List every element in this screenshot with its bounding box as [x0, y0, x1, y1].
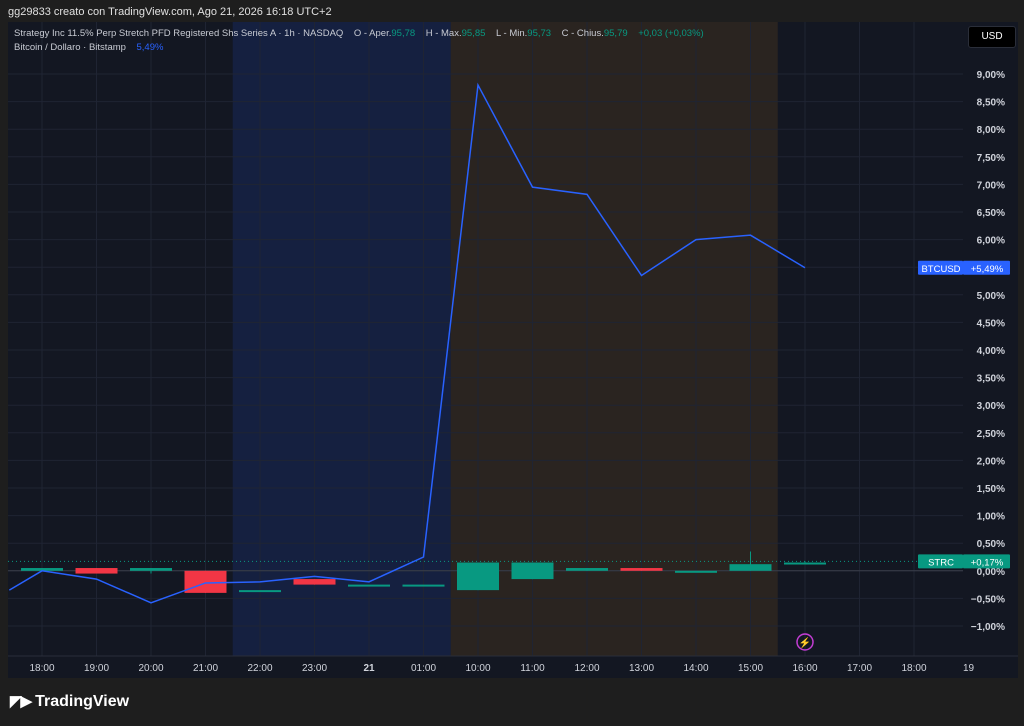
legend-compare[interactable]: Bitcoin / Dollaro · Bitstamp 5,49%: [14, 42, 163, 53]
candle-body: [293, 579, 336, 585]
candle-body: [75, 568, 118, 574]
session-post-band: [450, 22, 778, 656]
candle-body: [130, 568, 172, 571]
y-tick-label: 1,00%: [977, 512, 1005, 523]
x-tick-label: 20:00: [138, 663, 163, 674]
legend-open-label: O - Aper.: [353, 28, 392, 39]
x-tick-label: 01:00: [411, 663, 436, 674]
x-tick-label: 15:00: [738, 663, 763, 674]
lightning-icon: ⚡: [799, 636, 811, 649]
legend-high-value: 95,85: [461, 28, 486, 39]
chart-caption: gg29833 creato con TradingView.com, Ago …: [8, 6, 332, 18]
y-tick-label: 2,00%: [977, 456, 1005, 467]
y-tick-label: 4,50%: [977, 318, 1005, 329]
y-tick-label: 0,50%: [977, 539, 1005, 550]
candle-body: [184, 570, 227, 593]
x-tick-label: 10:00: [465, 663, 490, 674]
y-tick-label: 4,00%: [977, 346, 1005, 357]
candle-body: [239, 590, 281, 593]
x-tick-label: 13:00: [629, 663, 654, 674]
y-tick-label: 5,00%: [977, 291, 1005, 302]
y-tick-label: 8,50%: [977, 98, 1005, 109]
chart-frame: 9,00%8,50%8,00%7,50%7,00%6,50%6,00%5,50%…: [8, 22, 1018, 678]
legend-high-label: H - Max.: [425, 28, 462, 39]
x-tick-label: 18:00: [29, 663, 54, 674]
price-label-value: +5,49%: [971, 264, 1004, 275]
legend-compare-value: 5,49%: [136, 42, 164, 53]
candle-body: [620, 568, 663, 571]
y-tick-label: 6,50%: [977, 208, 1005, 219]
tradingview-logo: ◤▶ TradingView: [10, 692, 129, 711]
candle-body: [402, 584, 445, 587]
legend-low-label: L - Min.: [495, 28, 528, 39]
x-tick-label: 19: [963, 663, 975, 674]
currency-button[interactable]: USD: [968, 26, 1016, 48]
y-tick-label: 7,00%: [977, 180, 1005, 191]
x-tick-label: 22:00: [247, 663, 272, 674]
price-label-value: +0,17%: [971, 557, 1004, 568]
y-tick-label: 3,50%: [977, 374, 1005, 385]
tradingview-logo-icon: ◤▶: [10, 693, 32, 710]
candle-body: [511, 562, 554, 580]
candle-body: [784, 562, 826, 565]
candle-body: [675, 570, 717, 573]
y-tick-label: 9,00%: [977, 70, 1005, 81]
price-label-name: BTCUSD: [921, 264, 960, 275]
session-pre-band: [232, 22, 451, 656]
candle-body: [566, 568, 608, 571]
candle-body: [348, 584, 390, 587]
y-tick-label: 8,00%: [977, 125, 1005, 136]
y-tick-label: 3,00%: [977, 401, 1005, 412]
legend-main: Strategy Inc 11.5% Perp Stretch PFD Regi…: [14, 28, 704, 39]
legend-open-value: 95,78: [391, 28, 416, 39]
price-label-name: STRC: [928, 557, 954, 568]
x-tick-label: 23:00: [302, 663, 327, 674]
watermark-text: TradingView: [35, 693, 130, 710]
x-tick-label: 16:00: [792, 663, 817, 674]
x-tick-label: 12:00: [574, 663, 599, 674]
legend-compare-name: Bitcoin / Dollaro · Bitstamp: [14, 42, 126, 53]
legend-low-value: 95,73: [527, 28, 552, 39]
y-tick-label: −0,50%: [971, 594, 1005, 605]
candle-body: [457, 562, 499, 591]
y-tick-label: 2,50%: [977, 429, 1005, 440]
candle-body: [729, 564, 772, 571]
y-tick-label: 7,50%: [977, 153, 1005, 164]
x-tick-label: 17:00: [847, 663, 872, 674]
x-tick-label: 18:00: [901, 663, 926, 674]
chart-canvas[interactable]: 9,00%8,50%8,00%7,50%7,00%6,50%6,00%5,50%…: [8, 22, 1018, 678]
x-tick-label: 21:00: [193, 663, 218, 674]
y-tick-label: 6,00%: [977, 236, 1005, 247]
x-tick-label: 14:00: [683, 663, 708, 674]
legend-close-label: C - Chius.: [561, 28, 604, 39]
x-tick-label: 11:00: [520, 663, 545, 674]
y-tick-label: −1,00%: [971, 622, 1005, 633]
legend-change: +0,03 (+0,03%): [638, 28, 704, 39]
y-tick-label: 1,50%: [977, 484, 1005, 495]
x-tick-label: 21: [363, 663, 375, 674]
legend-symbol[interactable]: Strategy Inc 11.5% Perp Stretch PFD Regi…: [14, 28, 343, 39]
y-tick-label: 0,00%: [977, 567, 1005, 578]
x-tick-label: 19:00: [84, 663, 109, 674]
legend-close-value: 95,79: [603, 28, 628, 39]
